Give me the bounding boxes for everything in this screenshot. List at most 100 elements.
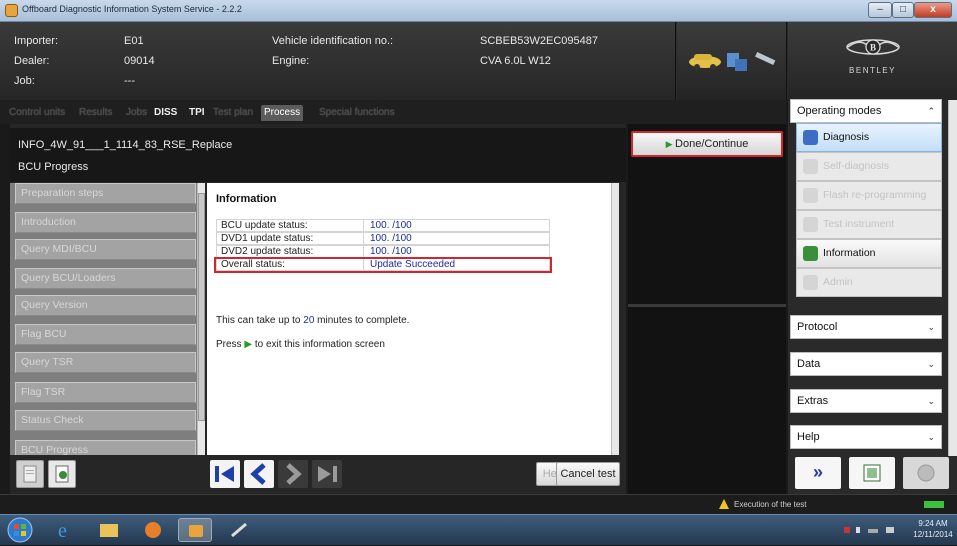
step-item[interactable]: BCU Progress xyxy=(15,440,196,455)
connection-indicator xyxy=(924,501,944,508)
flash-icon xyxy=(803,188,818,203)
window-title: Offboard Diagnostic Information System S… xyxy=(22,4,242,14)
play-arrow-icon: ▶ xyxy=(665,139,676,149)
test-instrument-icon xyxy=(803,217,818,232)
screenshot-button[interactable] xyxy=(849,457,895,489)
exit-instruction-prefix: Press xyxy=(216,339,245,350)
section-label: Protocol xyxy=(797,321,838,333)
diagnosis-icon xyxy=(803,130,818,145)
step-item[interactable]: Query Version xyxy=(15,295,196,316)
step-item[interactable]: Query TSR xyxy=(15,352,196,373)
modes-scrollbar[interactable] xyxy=(948,100,957,456)
steps-scrollbar-thumb[interactable] xyxy=(198,193,205,421)
expand-icon: ⌄ xyxy=(927,322,935,332)
tab-diss[interactable]: DISS xyxy=(151,105,180,121)
first-step-button[interactable] xyxy=(210,460,240,488)
operating-modes-title: Operating modes xyxy=(797,105,882,117)
step-item[interactable]: Query BCU/Loaders xyxy=(15,268,196,289)
content-scrollbar[interactable] xyxy=(611,183,619,455)
bentley-logo-letter: B xyxy=(870,43,876,53)
step-item[interactable]: Introduction xyxy=(15,212,196,233)
mode-information[interactable]: Information xyxy=(796,239,942,268)
screenshot-icon xyxy=(863,464,881,482)
double-chevron-right-icon: » xyxy=(812,462,823,482)
tab-tpi[interactable]: TPI xyxy=(186,105,208,121)
exit-instruction: Press ▶ to exit this information screen xyxy=(216,339,385,350)
done-continue-label: Done/Continue xyxy=(675,138,749,150)
done-continue-button[interactable]: ▶ Done/Continue xyxy=(631,131,783,157)
mode-label: Test instrument xyxy=(823,218,895,230)
mode-self-diagnosis[interactable]: Self-diagnosis xyxy=(796,152,942,181)
info-row-label: DVD2 update status: xyxy=(221,246,314,257)
last-step-button[interactable] xyxy=(312,460,342,488)
job-value: --- xyxy=(124,75,135,87)
skip-first-icon xyxy=(215,466,234,482)
tab-control-units[interactable]: Control units xyxy=(6,105,68,121)
brand-name: BENTLEY xyxy=(849,66,896,75)
step-item[interactable]: Status Check xyxy=(15,410,196,431)
tab-process[interactable]: Process xyxy=(261,105,304,121)
stop-button[interactable] xyxy=(903,457,949,489)
process-title: INFO_4W_91___1_1114_83_RSE_Replace xyxy=(18,139,233,151)
odis-taskbar-icon[interactable] xyxy=(178,518,212,542)
document-add-icon[interactable] xyxy=(48,460,76,488)
next-step-button[interactable] xyxy=(278,460,308,488)
clock-time: 9:24 AM xyxy=(918,519,948,528)
section-protocol[interactable]: Protocol ⌄ xyxy=(790,315,942,339)
steps-scrollbar[interactable] xyxy=(197,183,205,455)
operating-modes-header[interactable]: Operating modes ⌃ xyxy=(790,99,942,123)
expand-icon: ⌄ xyxy=(927,359,935,369)
vehicle-info-panel: Importer: E01 Dealer: 09014 Job: --- Veh… xyxy=(0,22,676,100)
importer-value: E01 xyxy=(124,35,144,47)
paint-icon[interactable] xyxy=(222,518,256,542)
info-row: DVD1 update status: 100. /100 xyxy=(216,232,550,245)
bentley-wings-icon: B xyxy=(846,39,900,55)
mode-admin[interactable]: Admin xyxy=(796,268,942,297)
mode-label: Diagnosis xyxy=(823,131,870,143)
overall-status-highlight xyxy=(214,257,552,273)
tab-test-plan[interactable]: Test plan xyxy=(210,105,256,121)
step-item[interactable]: Flag BCU xyxy=(15,324,196,345)
step-item[interactable]: Preparation steps xyxy=(15,183,196,204)
tab-results[interactable]: Results xyxy=(76,105,115,121)
section-data[interactable]: Data ⌄ xyxy=(790,352,942,376)
file-explorer-icon[interactable] xyxy=(92,518,126,542)
previous-step-button[interactable] xyxy=(244,460,274,488)
section-label: Extras xyxy=(797,395,829,407)
close-button[interactable]: x xyxy=(914,2,952,18)
process-header: INFO_4W_91___1_1114_83_RSE_Replace BCU P… xyxy=(10,128,626,182)
collapse-icon: ⌃ xyxy=(927,106,935,116)
chevron-left-icon xyxy=(250,463,266,485)
step-item[interactable]: Query MDI/BCU xyxy=(15,239,196,260)
start-button-icon[interactable] xyxy=(6,516,34,544)
media-player-icon[interactable] xyxy=(136,518,170,542)
print-icon[interactable] xyxy=(16,460,44,488)
forward-button[interactable]: » xyxy=(795,457,841,489)
tab-jobs[interactable]: Jobs xyxy=(123,105,150,121)
info-row-label: BCU update status: xyxy=(221,220,308,231)
section-extras[interactable]: Extras ⌄ xyxy=(790,389,942,413)
internet-explorer-icon[interactable]: e xyxy=(48,518,82,542)
duration-note-suffix: minutes to complete. xyxy=(314,315,410,326)
connection-status-icon xyxy=(689,52,776,71)
tab-special-functions[interactable]: Special functions xyxy=(316,105,398,121)
svg-text:e: e xyxy=(58,520,67,542)
clock[interactable]: 9:24 AM 12/11/2014 xyxy=(912,518,954,540)
step-item[interactable]: Flag TSR xyxy=(15,382,196,403)
cancel-test-button[interactable]: Cancel test xyxy=(556,462,620,486)
section-help[interactable]: Help ⌄ xyxy=(790,425,942,449)
mode-diagnosis[interactable]: Diagnosis xyxy=(796,123,942,152)
self-diagnosis-icon xyxy=(803,159,818,174)
mode-flash-reprogramming[interactable]: Flash re-programming xyxy=(796,181,942,210)
vehicle-header: Importer: E01 Dealer: 09014 Job: --- Veh… xyxy=(0,22,957,100)
mode-test-instrument[interactable]: Test instrument xyxy=(796,210,942,239)
info-row-label: DVD1 update status: xyxy=(221,233,314,244)
action-column xyxy=(628,124,786,494)
maximize-button[interactable]: □ xyxy=(892,2,914,18)
minimize-button[interactable]: – xyxy=(868,2,892,18)
info-heading: Information xyxy=(216,193,277,205)
expand-icon: ⌄ xyxy=(927,432,935,442)
importer-label: Importer: xyxy=(14,35,59,47)
job-label: Job: xyxy=(14,75,35,87)
system-tray-icons[interactable] xyxy=(840,524,910,536)
